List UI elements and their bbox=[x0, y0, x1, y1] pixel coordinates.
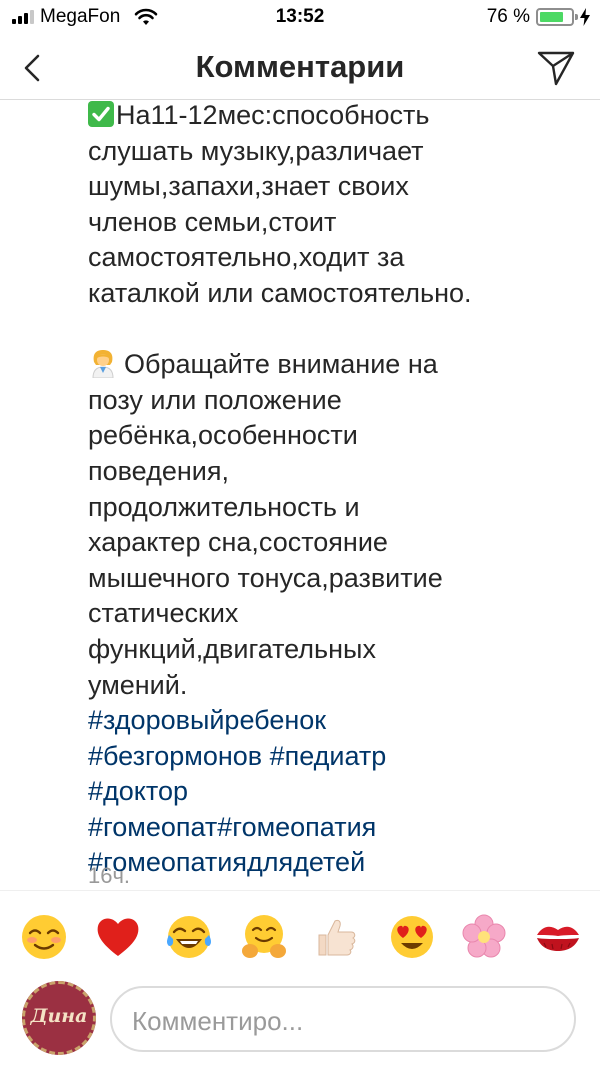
comment-line: характер сна,состояние bbox=[88, 527, 388, 558]
comment-line: позу или положение bbox=[88, 384, 342, 415]
heart-eyes-emoji-button[interactable] bbox=[388, 913, 436, 961]
comment-line: статических bbox=[88, 598, 239, 629]
tears-of-joy-emoji-button[interactable] bbox=[165, 913, 213, 961]
user-avatar[interactable]: Дина bbox=[22, 981, 96, 1055]
comment-body: На11-12мес:способность слушать музыку,ра… bbox=[88, 98, 588, 881]
comment-line: слушать музыку,различает bbox=[88, 135, 424, 166]
comment-line: членов семьи,стоит bbox=[88, 206, 337, 237]
battery-icon bbox=[536, 8, 578, 26]
comment-line: самостоятельно,ходит за bbox=[88, 242, 405, 273]
emoji-reaction-bar bbox=[0, 890, 600, 980]
page-title: Комментарии bbox=[195, 49, 405, 84]
battery-level bbox=[540, 12, 563, 22]
smiling-face-emoji-button[interactable] bbox=[20, 913, 68, 961]
comment-line: мышечного тонуса,развитие bbox=[88, 562, 443, 593]
cherry-blossom-emoji-button[interactable] bbox=[460, 913, 508, 961]
navigation-bar: Комментарии bbox=[0, 34, 600, 100]
comment-input[interactable]: Комментиро... bbox=[110, 986, 576, 1052]
comment-line: поведения, bbox=[88, 455, 229, 486]
thumbs-up-emoji-button[interactable] bbox=[313, 913, 361, 961]
comment-timestamp: 16ч. bbox=[88, 863, 131, 888]
battery-percent: 76 % bbox=[486, 6, 530, 27]
comment-line: продолжительность и bbox=[88, 491, 360, 522]
comment-line: ребёнка,особенности bbox=[88, 420, 358, 451]
red-heart-emoji-button[interactable] bbox=[94, 913, 142, 961]
kiss-mark-emoji-button[interactable] bbox=[534, 913, 582, 961]
charging-bolt-icon bbox=[580, 8, 590, 26]
comment-line: каталкой или самостоятельно. bbox=[88, 277, 472, 308]
check-mark-icon bbox=[88, 101, 114, 127]
hashtag-link[interactable]: #безгормонов #педиатр bbox=[88, 739, 588, 775]
comment-line: функций,двигательных bbox=[88, 633, 376, 664]
hashtag-link[interactable]: #гомеопат#гомеопатия bbox=[88, 810, 588, 846]
comment-input-placeholder: Комментиро... bbox=[132, 1006, 304, 1036]
avatar-logo-text: Дина bbox=[30, 1005, 88, 1027]
hashtag-link[interactable]: #доктор bbox=[88, 774, 588, 810]
hugging-face-emoji-button[interactable] bbox=[240, 913, 288, 961]
female-doctor-icon bbox=[92, 350, 114, 379]
battery-group: 76 % bbox=[487, 6, 590, 28]
comment-line: шумы,запахи,знает своих bbox=[88, 171, 409, 202]
comment-line: умений. bbox=[88, 669, 188, 700]
comment-line: На11-12мес:способность bbox=[88, 98, 588, 134]
hashtag-link[interactable]: #здоровыйребенок bbox=[88, 703, 588, 739]
comment-line: Обращайте внимание на bbox=[88, 347, 588, 383]
status-bar: MegaFon 13:52 76 % bbox=[0, 0, 600, 34]
hashtag-link[interactable]: #гомеопатиядлядетей bbox=[88, 845, 588, 881]
direct-send-icon[interactable] bbox=[534, 46, 578, 90]
